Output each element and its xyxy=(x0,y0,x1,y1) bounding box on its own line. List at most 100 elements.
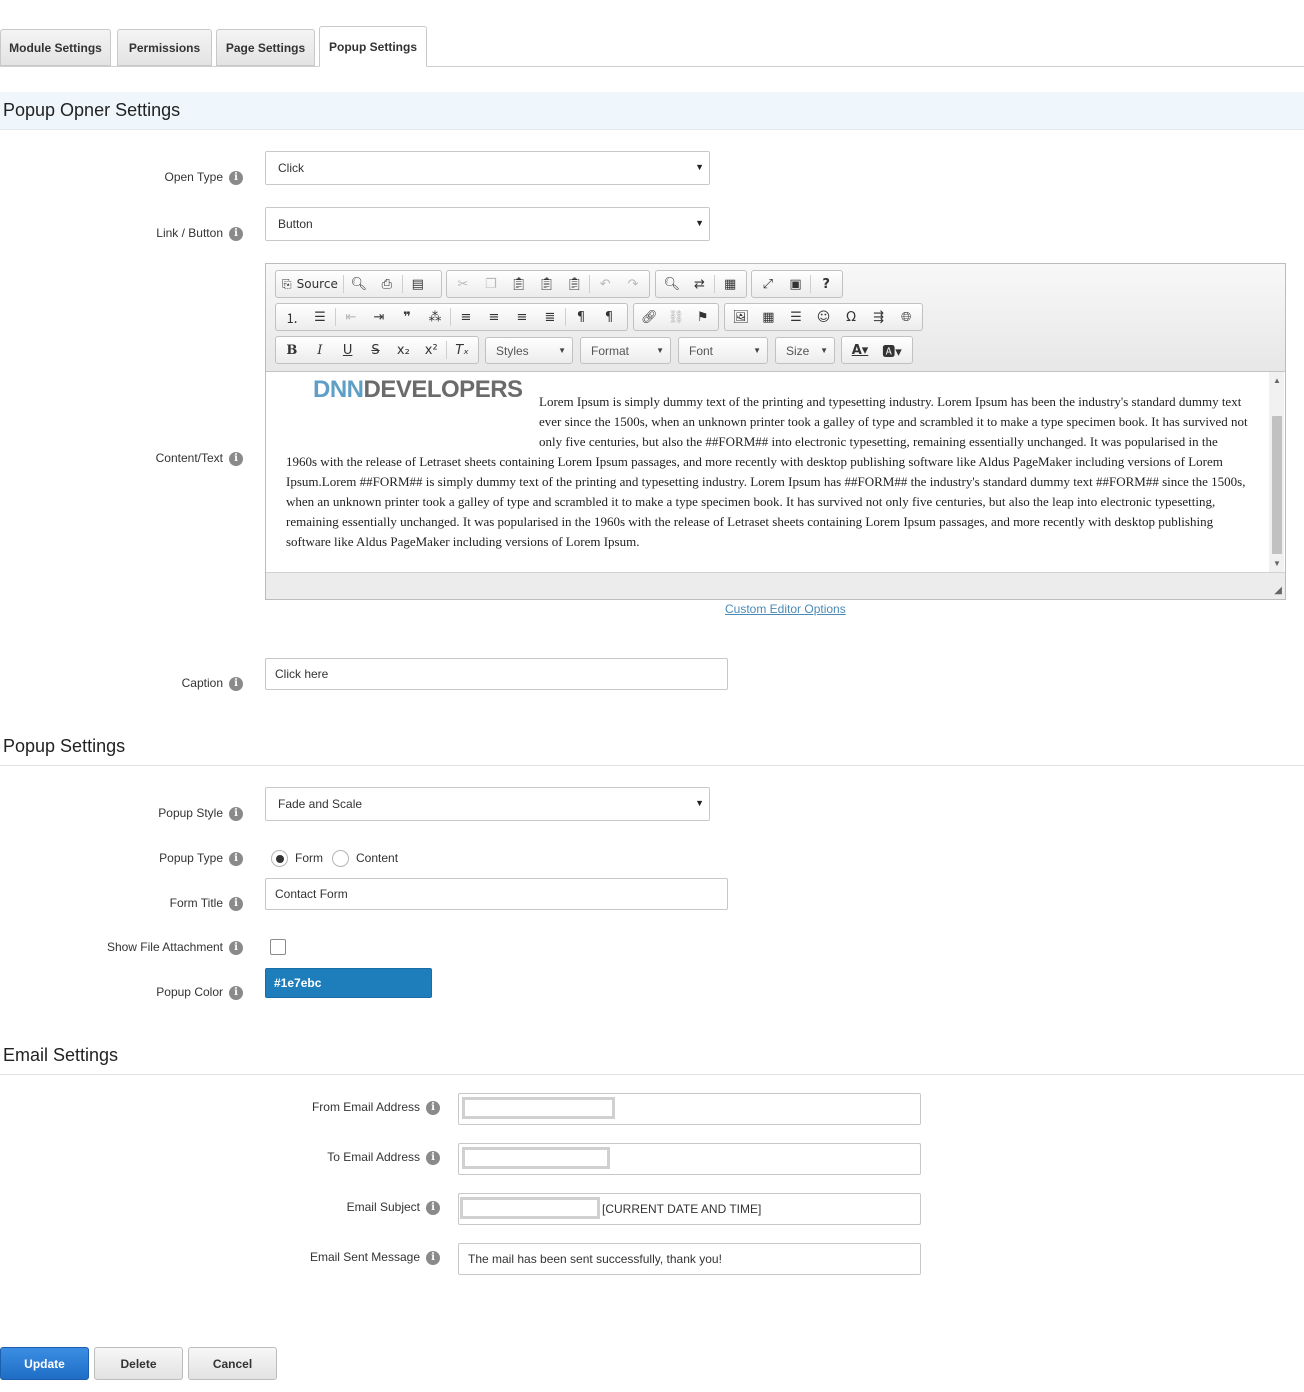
to-email-input[interactable] xyxy=(458,1143,921,1175)
info-icon[interactable]: i xyxy=(229,677,243,691)
smiley-icon[interactable]: ☺ xyxy=(810,305,838,329)
text-direction-ltr-icon[interactable]: ¶ xyxy=(567,305,595,329)
form-title-input[interactable]: Contact Form xyxy=(265,878,728,910)
info-icon[interactable]: i xyxy=(229,227,243,241)
anchor-flag-icon[interactable]: ⚑ xyxy=(689,305,716,329)
popup-type-form-radio[interactable] xyxy=(271,850,288,867)
scroll-up-icon[interactable]: ▲ xyxy=(1273,376,1281,385)
align-left-icon[interactable]: ≡ xyxy=(452,305,480,329)
section-title-opener: Popup Opner Settings xyxy=(3,100,181,120)
info-icon[interactable]: i xyxy=(426,1151,440,1165)
caption-input[interactable]: Click here xyxy=(265,658,728,690)
email-subject-input[interactable]: [CURRENT DATE AND TIME] xyxy=(458,1193,921,1225)
templates-icon[interactable]: ▤ xyxy=(404,272,432,296)
link-button-value: Button xyxy=(278,217,313,231)
remove-format-icon[interactable]: Tₓ xyxy=(448,338,476,362)
paste-text-icon[interactable]: 📋︎ xyxy=(533,272,561,296)
link-icon[interactable]: 🔗︎ xyxy=(636,305,663,329)
superscript-icon[interactable]: x² xyxy=(417,338,445,362)
info-icon[interactable]: i xyxy=(426,1101,440,1115)
rich-text-editor[interactable]: ⎘ Source 🔍︎ ⎙ ▤ ✂ ❐ 📋︎ 📋︎ 📋︎ ↶ ↷ 🔍︎ ⇄ ▦ xyxy=(265,263,1286,600)
info-icon[interactable]: i xyxy=(229,897,243,911)
indent-icon[interactable]: ⇥ xyxy=(365,305,393,329)
scroll-down-icon[interactable]: ▼ xyxy=(1273,559,1281,568)
div-container-icon[interactable]: ⁂ xyxy=(421,305,449,329)
page-break-icon[interactable]: ⇶ xyxy=(865,305,893,329)
align-right-icon[interactable]: ≡ xyxy=(508,305,536,329)
editor-content-area[interactable]: DNNDEVELOPERS Lorem Ipsum is simply dumm… xyxy=(266,372,1285,572)
popup-style-select[interactable]: Fade and Scale ▼ xyxy=(265,787,710,821)
info-icon[interactable]: i xyxy=(426,1201,440,1215)
background-color-icon[interactable]: 🅰︎▾ xyxy=(876,338,908,362)
tab-popup-settings[interactable]: Popup Settings xyxy=(319,26,427,67)
bold-icon[interactable]: B xyxy=(278,338,306,362)
subscript-icon[interactable]: x₂ xyxy=(389,338,417,362)
open-type-select[interactable]: Click ▼ xyxy=(265,151,710,185)
iframe-globe-icon[interactable]: 🌐︎ xyxy=(892,305,920,329)
preview-icon[interactable]: 🔍︎ xyxy=(345,272,373,296)
info-icon[interactable]: i xyxy=(229,986,243,1000)
print-icon[interactable]: ⎙ xyxy=(373,272,401,296)
underline-icon[interactable]: U xyxy=(334,338,362,362)
info-icon[interactable]: i xyxy=(229,852,243,866)
copy-icon[interactable]: ❐ xyxy=(477,272,505,296)
info-icon[interactable]: i xyxy=(426,1251,440,1265)
justify-icon[interactable]: ≣ xyxy=(536,305,564,329)
image-icon[interactable]: 🖼︎ xyxy=(727,305,755,329)
replace-icon[interactable]: ⇄ xyxy=(686,272,714,296)
source-button[interactable]: ⎘ Source xyxy=(278,272,342,296)
horizontal-line-icon[interactable]: ☰ xyxy=(782,305,810,329)
special-char-icon[interactable]: Ω xyxy=(837,305,865,329)
popup-type-content-radio[interactable] xyxy=(332,850,349,867)
delete-button[interactable]: Delete xyxy=(94,1347,183,1380)
font-combo[interactable]: Font ▼ xyxy=(678,337,768,364)
scroll-thumb[interactable] xyxy=(1272,416,1282,554)
maximize-icon[interactable]: ⤢ xyxy=(754,272,782,296)
table-icon[interactable]: ▦ xyxy=(755,305,783,329)
size-combo[interactable]: Size ▼ xyxy=(775,337,835,364)
paste-word-icon[interactable]: 📋︎ xyxy=(560,272,588,296)
info-icon[interactable]: i xyxy=(229,941,243,955)
update-button[interactable]: Update xyxy=(0,1347,89,1380)
info-icon[interactable]: i xyxy=(229,452,243,466)
styles-combo[interactable]: Styles ▼ xyxy=(485,337,573,364)
editor-scrollbar[interactable]: ▲ ▼ xyxy=(1269,372,1284,572)
show-file-attachment-checkbox[interactable] xyxy=(270,939,286,955)
info-icon[interactable]: i xyxy=(229,807,243,821)
chevron-down-icon: ▼ xyxy=(695,162,704,172)
cut-icon[interactable]: ✂ xyxy=(449,272,477,296)
show-blocks-icon[interactable]: ▣ xyxy=(782,272,810,296)
from-email-input[interactable] xyxy=(458,1093,921,1125)
tab-page-settings[interactable]: Page Settings xyxy=(216,29,315,66)
tab-module-settings[interactable]: Module Settings xyxy=(0,29,111,66)
resize-grip-icon[interactable]: ◢ xyxy=(1274,585,1282,596)
popup-color-input[interactable]: #1e7ebc xyxy=(265,968,432,998)
help-icon[interactable]: ? xyxy=(812,272,840,296)
unlink-icon[interactable]: ⛓ xyxy=(663,305,690,329)
blockquote-icon[interactable]: ❞ xyxy=(393,305,421,329)
toolbar-group-colors: A▾ 🅰︎▾ xyxy=(841,336,913,364)
redo-icon[interactable]: ↷ xyxy=(619,272,647,296)
numbered-list-icon[interactable]: ⒈ xyxy=(278,305,306,329)
italic-icon[interactable]: I xyxy=(306,338,334,362)
align-center-icon[interactable]: ≡ xyxy=(480,305,508,329)
content-text-label: Content/Text xyxy=(155,451,223,465)
email-sent-message-input[interactable]: The mail has been sent successfully, tha… xyxy=(458,1243,921,1275)
tab-permissions[interactable]: Permissions xyxy=(117,29,212,66)
bulleted-list-icon[interactable]: ☰ xyxy=(306,305,334,329)
custom-editor-options-link[interactable]: Custom Editor Options xyxy=(725,602,846,616)
info-icon[interactable]: i xyxy=(229,171,243,185)
undo-icon[interactable]: ↶ xyxy=(591,272,619,296)
text-color-icon[interactable]: A▾ xyxy=(844,338,876,362)
text-direction-rtl-icon[interactable]: ¶ xyxy=(595,305,623,329)
cancel-button[interactable]: Cancel xyxy=(188,1347,277,1380)
to-email-label: To Email Address xyxy=(327,1150,420,1164)
format-combo[interactable]: Format ▼ xyxy=(580,337,671,364)
find-icon[interactable]: 🔍︎ xyxy=(658,272,686,296)
strikethrough-icon[interactable]: S xyxy=(362,338,390,362)
paste-icon[interactable]: 📋︎ xyxy=(505,272,533,296)
link-button-select[interactable]: Button ▼ xyxy=(265,207,710,241)
select-all-icon[interactable]: ▦ xyxy=(716,272,744,296)
section-title-email: Email Settings xyxy=(3,1045,119,1065)
outdent-icon[interactable]: ⇤ xyxy=(337,305,365,329)
